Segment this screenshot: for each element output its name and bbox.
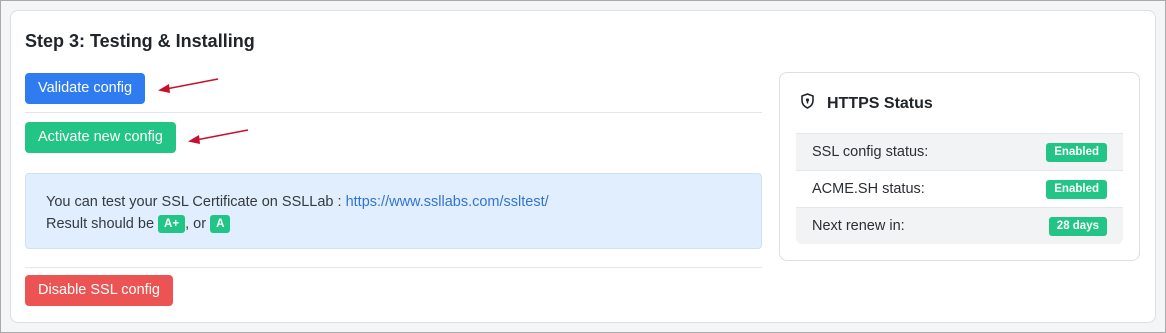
result-text: Result should be (46, 216, 159, 232)
status-badge: Enabled (1046, 142, 1107, 162)
shield-icon (800, 93, 827, 114)
https-status-title: HTTPS Status (827, 94, 933, 112)
status-list: SSL config status: Enabled ACME.SH statu… (796, 133, 1123, 244)
screenshot-frame: Step 3: Testing & Installing Validate co… (0, 0, 1166, 333)
separator-text: , or (185, 216, 211, 232)
divider (25, 267, 762, 268)
ssllabs-link[interactable]: https://www.ssllabs.com/ssltest/ (346, 194, 549, 210)
status-label: SSL config status: (812, 144, 929, 160)
grade-badge-a: A (210, 215, 231, 234)
annotation-arrow-icon (158, 78, 219, 93)
status-badge: Enabled (1046, 179, 1107, 199)
status-label: Next renew in: (812, 218, 905, 234)
https-status-header: HTTPS Status (800, 93, 933, 114)
ssl-info-alert: You can test your SSL Certificate on SSL… (25, 173, 762, 249)
annotation-arrow-icon (188, 129, 249, 144)
info-line-2: Result should be A+, or A (46, 213, 741, 235)
step-card: Step 3: Testing & Installing Validate co… (10, 10, 1156, 323)
info-text: You can test your SSL Certificate on SSL… (46, 194, 346, 210)
status-row-ssl-config: SSL config status: Enabled (796, 133, 1123, 170)
validate-config-button[interactable]: Validate config (25, 73, 146, 104)
https-status-card: HTTPS Status SSL config status: Enabled … (779, 72, 1140, 261)
divider (25, 112, 762, 113)
status-row-renew: Next renew in: 28 days (796, 207, 1123, 244)
disable-ssl-button[interactable]: Disable SSL config (25, 275, 173, 306)
grade-badge-a-plus: A+ (158, 215, 186, 234)
info-line-1: You can test your SSL Certificate on SSL… (46, 191, 741, 213)
page-title: Step 3: Testing & Installing (25, 31, 255, 51)
activate-config-button[interactable]: Activate new config (25, 122, 176, 153)
status-label: ACME.SH status: (812, 181, 925, 197)
status-badge: 28 days (1048, 216, 1107, 236)
status-row-acme: ACME.SH status: Enabled (796, 170, 1123, 207)
